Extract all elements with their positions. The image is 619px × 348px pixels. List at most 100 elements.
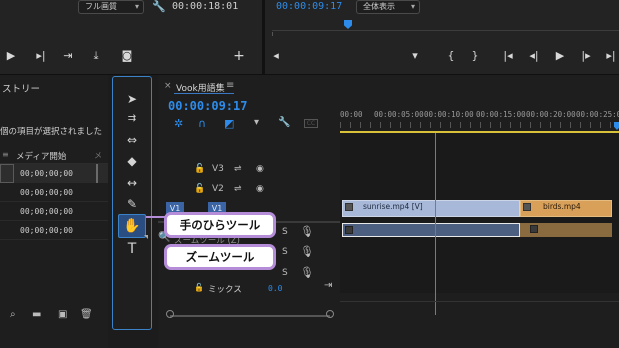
step-forward-frame-icon[interactable]: |▸ [580,50,592,62]
callout-connector [146,216,166,218]
playhead-line[interactable] [435,133,436,315]
history-panel: ストリー 個の項目が選択されました ≡ メディア開始 メ 00;00;00;00… [0,75,108,348]
mini-timeline-track[interactable] [272,30,619,31]
ruler-label: 00:00:20:00 [526,110,576,119]
razor-tool-icon[interactable]: ◆ [113,151,151,171]
history-bottom-toolbar: ⌕ ▬ ▣ 🗑 [0,309,108,325]
ruler-label: 00:00:05:00 [374,110,424,119]
go-to-out-icon[interactable]: ▸| [604,50,618,62]
active-tab-underline [174,93,234,94]
fx-badge-icon [523,203,531,211]
solo-icon[interactable]: S [282,247,288,257]
zoom-tool-callout-text: ズームツール [185,250,255,264]
settings-wrench-icon[interactable]: 🔧 [278,117,290,128]
captions-icon[interactable]: CC [304,119,318,128]
track-label-v2[interactable]: V2 [212,184,224,194]
clip-name: birds.mp4 [543,202,581,211]
hand-tool-callout: 手のひらツール [164,212,276,238]
lock-icon[interactable]: 🔓 [194,184,205,194]
go-to-in-icon[interactable]: |◂ [500,50,516,62]
lock-icon[interactable]: 🔓 [194,164,205,174]
insert-icon[interactable]: ⇥ [60,50,76,62]
sync-lock-icon[interactable]: ⇌ [234,184,242,194]
fx-badge-icon [345,226,353,234]
program-transport: ◂ ▾ { } |◂ ◂| ▶ |▸ ▸| [270,50,619,64]
fx-badge-icon [345,203,353,211]
type-tool-icon[interactable]: T [113,239,151,259]
audio-clip[interactable] [342,223,520,237]
history-title: ストリー [2,84,41,95]
out-point-icon[interactable]: } [470,50,480,62]
hand-tool-icon[interactable]: ✋ [118,214,146,238]
zoom-dropdown[interactable]: 全体表示 [356,0,420,14]
pen-tool-icon[interactable]: ✎ [113,194,151,214]
solo-icon[interactable]: S [282,268,288,278]
tools-panel: ➤ ⇉ ⇔ ◆ ↔ ✎ ✋ T [112,76,152,330]
time-ruler[interactable]: 00:00 00:00:05:00 00:00:10:00 00:00:15:0… [340,110,619,133]
eye-icon[interactable]: ◉ [256,164,264,174]
mix-value[interactable]: 0.0 [268,284,282,293]
add-marker-icon[interactable]: ▾ [254,117,259,128]
search-icon[interactable]: ⌕ [10,309,16,320]
ripple-edit-tool-icon[interactable]: ⇔ [113,130,151,150]
video-clip[interactable]: birds.mp4 [520,200,612,217]
sync-lock-icon[interactable]: ⇌ [234,164,242,174]
source-timecode: 00:00:18:01 [172,1,239,12]
play-program-icon[interactable]: ▶ [554,50,566,62]
play-icon[interactable]: ▶ [4,50,18,62]
linked-selection-icon[interactable]: ◩ [224,117,234,130]
audio-clip[interactable] [520,223,612,237]
panel-menu-icon[interactable]: ≡ [226,80,234,91]
slip-tool-icon[interactable]: ↔ [113,173,151,193]
list-item[interactable]: 00;00;00;00 [0,221,108,240]
mic-icon[interactable]: 🎙 [300,266,314,279]
zoom-tool-callout: ズームツール [164,244,276,270]
column-header[interactable]: メディア開始 [16,150,66,162]
in-point-icon[interactable]: { [446,50,456,62]
monitor-strip: フル画質 🔧 00:00:18:01 00:00:09:17 全体表示 ▶ ▸|… [0,0,619,74]
overwrite-icon[interactable]: ⤓ [88,50,104,62]
mix-jump-icon[interactable]: ⇥ [324,280,332,291]
list-item[interactable]: 00;00;00;00 [0,183,108,202]
snap-icon[interactable]: ∩ [198,117,206,130]
step-back-icon[interactable]: ◂ [270,50,282,62]
folder-icon[interactable]: ▬ [32,309,41,320]
selection-tool-icon[interactable]: ➤ [113,89,151,109]
scroll-handle-right[interactable] [326,310,334,318]
quality-dropdown[interactable]: フル画質 [78,0,144,14]
row-value: 00;00;00;00 [20,207,73,216]
close-tab-icon[interactable]: × [164,81,172,91]
zoom-bar[interactable] [340,301,619,302]
row-value: 00;00;00;00 [20,169,73,178]
fx-badge-icon [530,225,538,233]
column-more: メ [94,151,102,160]
wrench-icon[interactable]: 🔧 [152,0,166,13]
video-clip[interactable]: sunrise.mp4 [V] [342,200,520,217]
list-item[interactable]: 00;00;00;00 [0,202,108,221]
track-select-tool-icon[interactable]: ⇉ [113,109,151,129]
h-scrollbar[interactable] [170,315,330,317]
new-item-icon[interactable]: ▣ [58,309,67,320]
ruler-playhead[interactable] [614,122,619,130]
playhead-timecode[interactable]: 00:00:09:17 [168,99,247,113]
mic-icon[interactable]: 🎙 [300,225,314,238]
history-header-row: ≡ メディア開始 メ [0,147,108,164]
add-button-icon[interactable]: + [232,49,246,63]
camera-icon[interactable]: ◙ [120,50,134,62]
source-transport: ▶ ▸| ⇥ ⤓ ◙ + [0,49,250,64]
list-item[interactable]: 00;00;00;00 [0,164,108,183]
snap-nest-icon[interactable]: ✲ [174,117,183,130]
mic-icon[interactable]: 🎙 [300,245,314,258]
eye-icon[interactable]: ◉ [256,184,264,194]
trash-icon[interactable]: 🗑 [80,309,93,320]
track-label-v3[interactable]: V3 [212,164,224,174]
marker-icon[interactable]: ▾ [410,50,420,62]
solo-icon[interactable]: S [282,227,288,237]
sort-icon[interactable]: ≡ [2,150,9,159]
playhead-marker[interactable] [344,20,352,29]
lock-icon[interactable]: 🔓 [194,283,204,292]
step-forward-icon[interactable]: ▸| [34,50,48,62]
scroll-handle-left[interactable] [166,310,174,318]
row-value: 00;00;00;00 [20,226,73,235]
step-back-frame-icon[interactable]: ◂| [528,50,540,62]
